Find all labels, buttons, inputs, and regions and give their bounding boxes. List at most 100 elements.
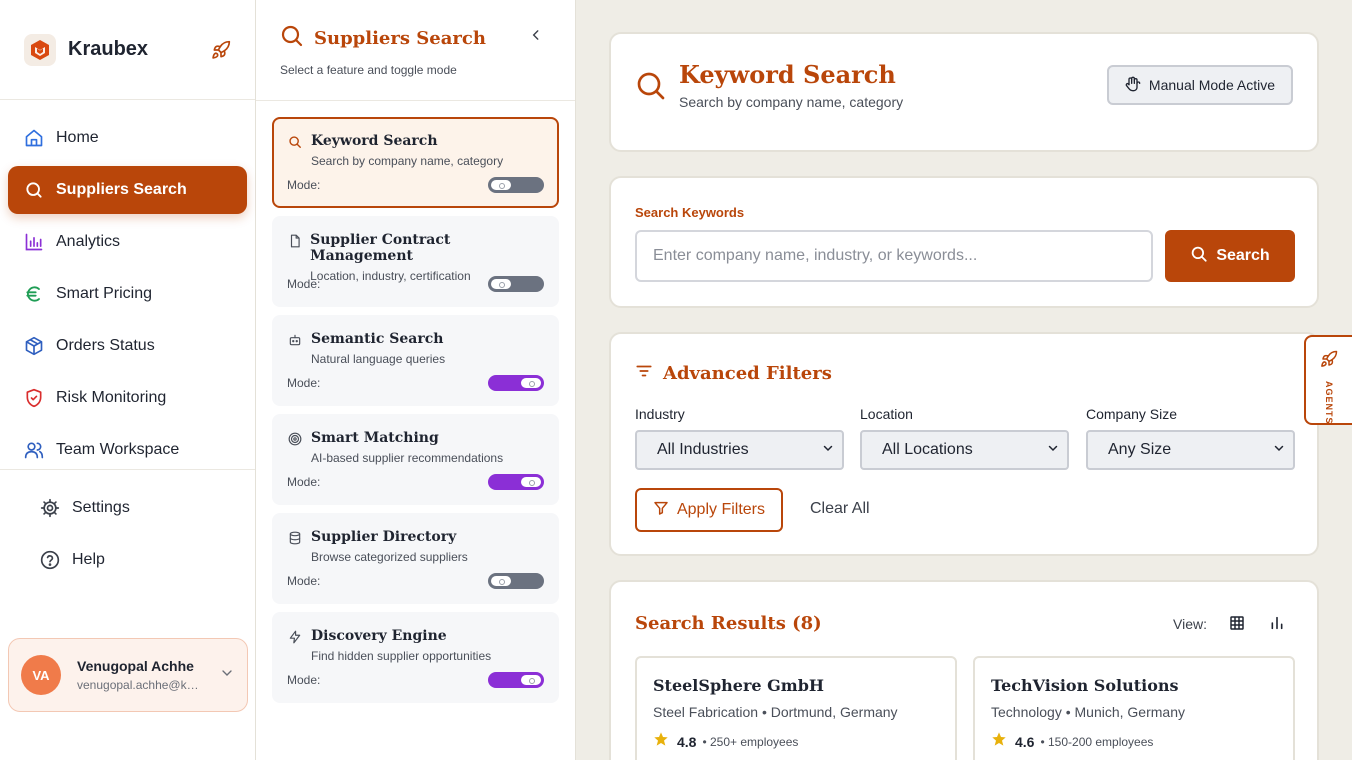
sidebar-item-settings[interactable]: Settings [8,484,247,532]
mode-label: Mode: [287,574,321,588]
sidebar-item-analytics[interactable]: Analytics [8,218,247,266]
search-icon [635,70,667,107]
mode-toggle[interactable] [488,474,544,490]
feature-card-smart-matching[interactable]: Smart Matching AI-based supplier recomme… [272,414,559,505]
sidebar-item-label: Orders Status [56,337,155,354]
sidebar-bottom-nav: Settings Help [0,484,255,588]
sidebar-item-smart-pricing[interactable]: Smart Pricing [8,270,247,318]
location-filter: Location All Locations [860,406,1069,470]
supplier-rating: 4.6 • 150-200 employees [991,731,1277,752]
sidebar-item-orders-status[interactable]: Orders Status [8,322,247,370]
gear-icon [40,498,60,518]
rating-value: 4.6 [1015,733,1035,750]
brand-name: Kraubex [68,38,149,60]
avatar: VA [21,655,61,695]
chevron-down-icon [822,441,834,459]
feature-desc: AI-based supplier recommendations [311,451,504,465]
supplier-card[interactable]: TechVision Solutions Technology • Munich… [973,656,1295,760]
company-size-filter: Company Size Any Size [1086,406,1295,470]
location-label: Location [860,406,913,422]
rocket-icon[interactable] [211,40,231,60]
feature-desc: Search by company name, category [311,154,504,168]
bot-icon [287,332,303,348]
funnel-icon [653,500,669,521]
shield-alert-icon [24,388,44,408]
employee-count: • 250+ employees [702,734,799,749]
sidebar-item-help[interactable]: Help [8,536,247,584]
sidebar-item-team-workspace[interactable]: Team Workspace [8,426,247,474]
filters-title: Advanced Filters [663,363,832,384]
location-select[interactable]: All Locations [860,430,1069,470]
apply-filters-button[interactable]: Apply Filters [635,488,783,532]
search-input[interactable] [635,230,1153,282]
supplier-card[interactable]: SteelSphere GmbH Steel Fabrication • Dor… [635,656,957,760]
feature-card-discovery-engine[interactable]: Discovery Engine Find hidden supplier op… [272,612,559,703]
view-label: View: [1173,616,1207,632]
search-results-card: Search Results (8) View: SteelSphere Gmb… [609,580,1319,760]
collapse-panel-button[interactable] [527,28,545,46]
manual-mode-button[interactable]: Manual Mode Active [1106,65,1293,105]
grid-view-icon[interactable] [1229,615,1245,636]
search-button-label: Search [1216,247,1270,264]
target-icon [287,431,303,447]
chevron-down-icon [1047,441,1059,459]
mode-toggle[interactable] [488,672,544,688]
kraubex-logo-icon[interactable] [24,33,56,66]
hand-icon [1125,76,1141,95]
chart-view-icon[interactable] [1269,615,1285,636]
users-icon [24,440,44,460]
mode-label: Mode: [287,673,321,687]
agents-tab[interactable]: AGENTS [1304,335,1352,425]
industry-value: All Industries [657,441,749,458]
sidebar-item-label: Analytics [56,233,121,250]
chevron-left-icon [529,28,543,47]
company-size-select[interactable]: Any Size [1086,430,1295,470]
mode-toggle[interactable] [488,375,544,391]
chevron-down-icon[interactable] [219,665,235,686]
sidebar-item-label: Risk Monitoring [56,389,167,406]
feature-card-supplier-directory[interactable]: Supplier Directory Browse categorized su… [272,513,559,604]
euro-icon [24,284,44,304]
search-icon [280,24,304,53]
feature-title: Discovery Engine [311,628,447,644]
search-card: Search Keywords Search [609,176,1319,308]
sidebar-item-suppliers-search[interactable]: Suppliers Search [8,166,247,214]
sidebar-item-label: Help [72,551,105,568]
feature-panel-subtitle: Select a feature and toggle mode [280,63,457,77]
sidebar: Kraubex Home Suppliers Search Analytics … [0,0,256,760]
feature-title: Supplier Contract Management [310,232,451,264]
search-button[interactable]: Search [1165,230,1295,282]
industry-select[interactable]: All Industries [635,430,844,470]
lightning-icon [287,629,303,645]
sidebar-item-label: Team Workspace [56,441,180,458]
document-icon [287,233,302,249]
mode-toggle[interactable] [488,573,544,589]
brand-header: Kraubex [0,0,255,100]
employee-count: • 150-200 employees [1040,734,1154,749]
feature-card-semantic-search[interactable]: Semantic Search Natural language queries… [272,315,559,406]
sidebar-item-label: Smart Pricing [56,285,153,302]
user-info: Venugopal Achhe venugopal.achhe@kraubex.… [77,658,219,692]
search-icon [24,180,44,200]
user-profile-card[interactable]: VA Venugopal Achhe venugopal.achhe@kraub… [8,638,248,712]
feature-desc: Natural language queries [311,352,446,366]
main-nav: Home Suppliers Search Analytics Smart Pr… [0,100,255,474]
feature-desc: Browse categorized suppliers [311,550,468,564]
mode-label: Mode: [287,376,321,390]
rocket-icon [1320,350,1338,373]
clear-all-button[interactable]: Clear All [810,500,870,518]
supplier-meta: Steel Fabrication • Dortmund, Germany [653,704,898,720]
sidebar-item-home[interactable]: Home [8,114,247,162]
advanced-filters-card: Advanced Filters Industry All Industries… [609,332,1319,556]
sidebar-item-risk-monitoring[interactable]: Risk Monitoring [8,374,247,422]
home-icon [24,128,44,148]
industry-label: Industry [635,406,685,422]
rating-value: 4.8 [677,733,697,750]
mode-toggle[interactable] [488,276,544,292]
supplier-meta: Technology • Munich, Germany [991,704,1185,720]
feature-desc: Find hidden supplier opportunities [311,649,492,663]
feature-card-keyword-search[interactable]: Keyword Search Search by company name, c… [272,117,559,208]
manual-mode-label: Manual Mode Active [1148,77,1275,93]
mode-toggle[interactable] [488,177,544,193]
feature-card-supplier-contract-management[interactable]: Supplier Contract Management Location, i… [272,216,559,307]
